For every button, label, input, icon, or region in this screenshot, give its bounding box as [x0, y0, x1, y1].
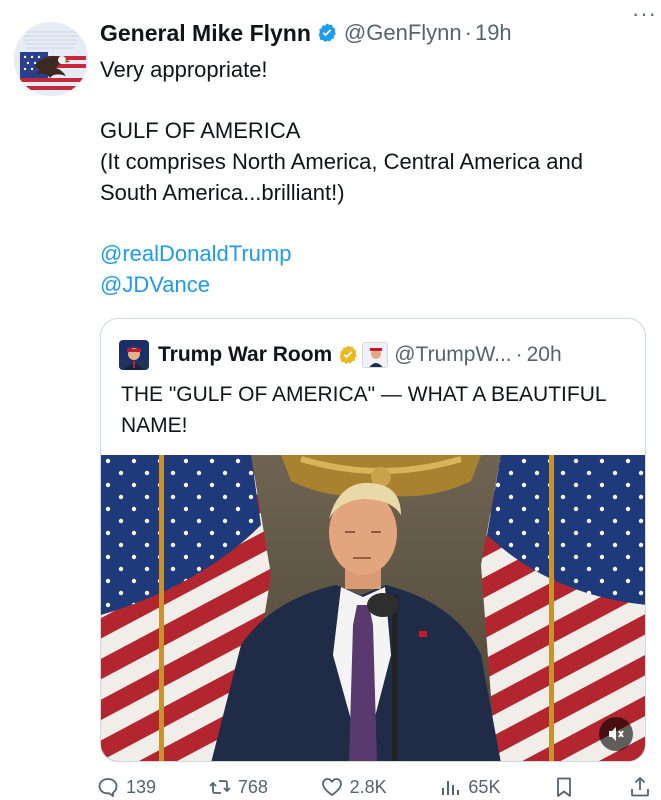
post-time[interactable]: 19h: [475, 20, 512, 46]
quoted-author-avatar[interactable]: [119, 340, 149, 370]
reply-icon: [98, 778, 118, 797]
video-frame-image: [101, 455, 645, 761]
tweet-header: General Mike Flynn @GenFlynn · 19h: [100, 16, 645, 50]
tweet-actions-bar: 139 768 2.8K 65K: [96, 772, 652, 800]
author-handle[interactable]: @GenFlynn: [344, 20, 462, 46]
reply-count: 139: [126, 776, 157, 797]
quoted-tweet-video[interactable]: [101, 455, 645, 761]
affiliate-badge-icon[interactable]: [362, 342, 389, 368]
speaker-muted-icon: [609, 727, 624, 741]
gold-verified-badge-icon[interactable]: [337, 344, 359, 366]
tweet-text-line: Very appropriate!: [100, 57, 268, 82]
bookmark-icon: [557, 777, 572, 797]
separator-dot: ·: [515, 343, 523, 366]
eagle-flag-avatar-image: [14, 22, 88, 96]
tweet-text-line: GULF OF AMERICA: [100, 118, 301, 143]
views-button[interactable]: 65K: [438, 775, 500, 799]
tweet-text-line: (It comprises North America, Central Ame…: [100, 149, 583, 205]
author-avatar[interactable]: [14, 22, 88, 96]
quoted-tweet-header: Trump War Room @TrumpW... · 20h: [119, 339, 633, 371]
quoted-author-handle[interactable]: @TrumpW...: [394, 343, 511, 367]
mention-link[interactable]: @JDVance: [100, 269, 645, 300]
heart-icon: [321, 778, 342, 796]
separator-dot: ·: [464, 20, 472, 45]
quoted-author-display-name[interactable]: Trump War Room: [158, 343, 332, 367]
quoted-tweet-text: THE "GULF OF AMERICA" — WHAT A BEAUTIFUL…: [121, 383, 606, 437]
mention-link[interactable]: @realDonaldTrump: [100, 238, 645, 269]
like-button[interactable]: 2.8K: [320, 775, 387, 799]
quoted-tweet-card[interactable]: Trump War Room @TrumpW... · 20h THE "GUL…: [100, 318, 646, 762]
share-button[interactable]: [628, 775, 652, 799]
bookmark-button[interactable]: [552, 775, 576, 799]
quoted-post-time[interactable]: 20h: [527, 343, 562, 367]
views-count: 65K: [468, 776, 501, 797]
repost-count: 768: [237, 776, 268, 797]
more-icon[interactable]: ···: [632, 3, 657, 25]
repost-button[interactable]: 768: [208, 775, 268, 799]
reply-button[interactable]: 139: [96, 775, 156, 799]
mute-icon[interactable]: [599, 717, 633, 751]
like-count: 2.8K: [349, 776, 387, 797]
tweet-body: Very appropriate! GULF OF AMERICA (It co…: [100, 54, 645, 300]
author-display-name[interactable]: General Mike Flynn: [100, 20, 311, 47]
views-chart-icon: [442, 781, 460, 795]
repost-icon: [209, 780, 231, 794]
share-icon: [631, 776, 649, 797]
verified-badge-icon[interactable]: [316, 22, 338, 44]
trump-war-room-avatar-image: [119, 340, 149, 370]
affiliate-avatar-image: [363, 343, 388, 367]
